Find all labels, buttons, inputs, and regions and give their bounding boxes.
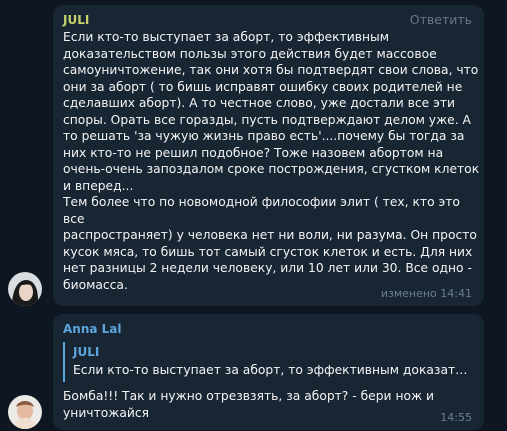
- quote-author: JULI: [73, 345, 100, 359]
- juli-avatar-icon[interactable]: [8, 272, 42, 306]
- message-bubble-juli[interactable]: JULI Ответить Если кто-то выступает за а…: [53, 5, 484, 306]
- message-text: Если кто-то выступает за аборт, то эффек…: [63, 30, 480, 292]
- quote-text: Если кто-то выступает за аборт, то эффек…: [73, 363, 468, 377]
- message-bubble-anna[interactable]: Anna Lal JULI Если кто-то выступает за а…: [53, 314, 484, 430]
- message-status: изменено 14:41: [380, 287, 472, 300]
- message-text: Бомба!!! Так и нужно отрезвзять, за абор…: [63, 389, 434, 420]
- anna-avatar-icon[interactable]: [8, 395, 42, 429]
- reply-quote[interactable]: JULI Если кто-то выступает за аборт, то …: [63, 342, 468, 382]
- reply-button[interactable]: Ответить: [410, 12, 472, 27]
- message-author[interactable]: Anna Lal: [63, 322, 122, 336]
- message-author[interactable]: JULI: [63, 13, 89, 27]
- message-time: 14:55: [440, 411, 472, 424]
